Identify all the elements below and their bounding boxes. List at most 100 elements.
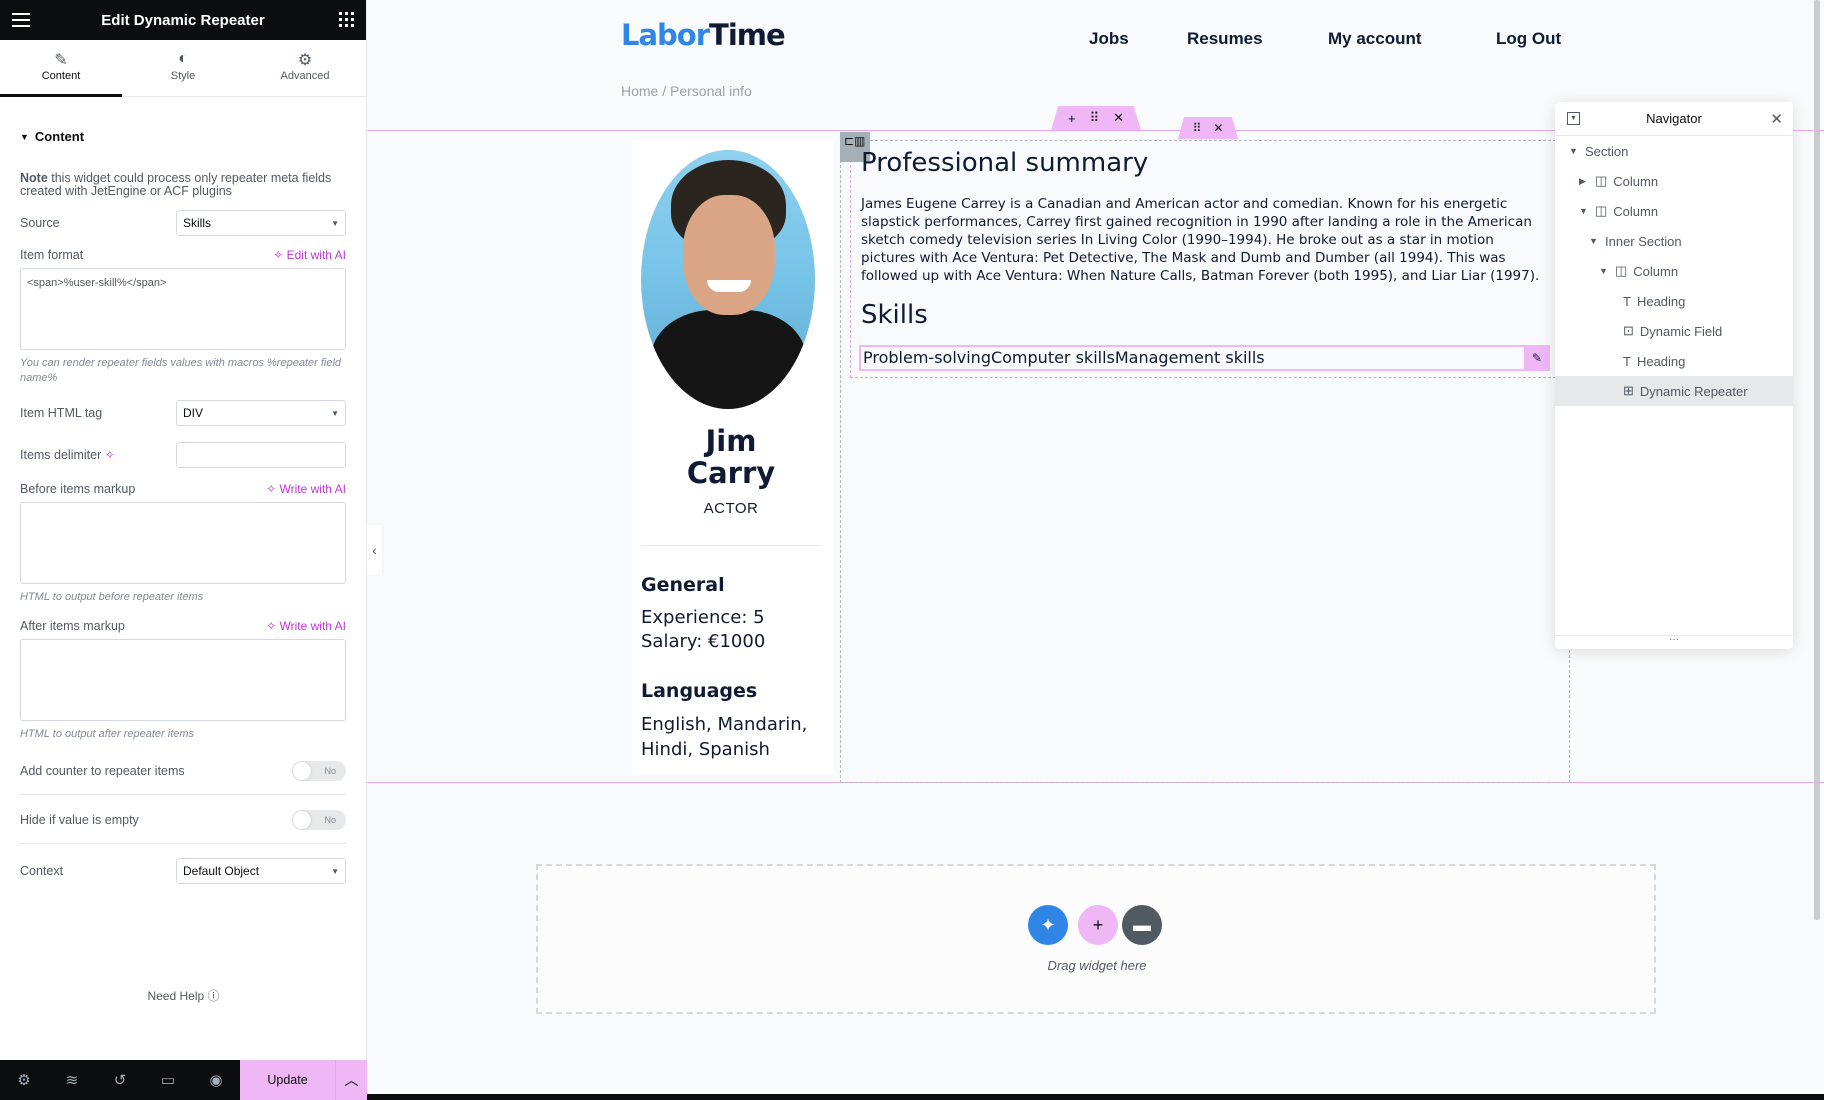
section-handle[interactable]: + ⠿ ✕ [1051,106,1141,130]
nav-item-label: Column [1613,203,1659,219]
toggle-knob [293,762,311,780]
nav-item-inner-section[interactable]: ▼ Inner Section [1555,226,1793,256]
ai-sparkle-icon: ✧ [273,248,287,262]
nav-jobs[interactable]: Jobs [1089,29,1129,49]
tab-content[interactable]: ✎ Content [0,40,122,97]
layers-icon[interactable]: ≋ [48,1071,96,1089]
first-name: Jim [705,424,757,458]
salary-text: Salary: €1000 [641,631,766,652]
column-icon: ◫ [1595,173,1608,188]
write-with-ai-button[interactable]: ✧ Write with AI [266,619,346,633]
navigator-header[interactable]: ▼ Navigator ✕ [1555,102,1793,136]
logo-part1: Labor [621,18,710,52]
nav-item-heading[interactable]: T Heading [1555,286,1793,316]
nav-item-dynamic-repeater[interactable]: ⊞ Dynamic Repeater [1555,376,1793,406]
hide-empty-label: Hide if value is empty [20,813,139,827]
source-select[interactable]: Skills ▼ [176,210,346,236]
nav-item-dynamic-field[interactable]: ⊡ Dynamic Field [1555,316,1793,346]
dynamic-repeater-icon: ⊞ [1623,383,1634,398]
items-delimiter-label: Items delimiter [20,448,102,462]
collapse-all-icon[interactable]: ▼ [1567,112,1580,125]
scrollbar[interactable] [1814,0,1820,920]
drag-handle-icon[interactable]: ⠿ [1090,110,1100,126]
update-button[interactable]: Update [240,1060,335,1100]
nav-item-section[interactable]: ▼ Section [1555,136,1793,166]
add-counter-toggle[interactable]: No [292,761,346,781]
add-template-button[interactable]: ▬ [1122,905,1162,945]
nav-resumes[interactable]: Resumes [1187,29,1263,49]
nav-log-out[interactable]: Log Out [1496,29,1561,49]
editor-panel: Edit Dynamic Repeater ✎ Content ◐ Style ⚙ A… [0,0,367,1100]
dropdown-arrow-icon: ▼ [331,866,339,876]
panel-tabs: ✎ Content ◐ Style ⚙ Advanced [0,40,366,97]
dynamic-repeater-widget[interactable]: Problem-solving Computer skills Management… [859,345,1550,371]
close-icon[interactable]: ✕ [1770,110,1783,128]
edit-pencil-icon[interactable]: ✎ [1524,345,1550,371]
divider [20,794,346,795]
drag-handle-icon[interactable]: ⠿ [1193,121,1202,135]
need-help-link[interactable]: Need Help ⓘ [0,987,367,1004]
items-delimiter-input[interactable] [176,442,346,468]
close-icon[interactable]: ✕ [1113,110,1124,126]
magic-wand-icon: ✦ [1040,914,1056,935]
navigator-panel: ▼ Navigator ✕ ▼ Section ▶ ◫ Column ▼ ◫ Column… [1555,102,1793,649]
nav-item-label: Section [1585,143,1629,159]
ai-label: Edit with AI [286,248,346,262]
note-bold: Note [20,171,48,185]
site-logo[interactable]: LaborTime [621,18,786,52]
summary-heading: Professional summary [861,148,1149,178]
responsive-icon[interactable]: ▭ [144,1071,192,1089]
chevron-up-icon[interactable]: ︿ [335,1060,367,1100]
logo-part2: Time [709,18,786,52]
write-with-ai-button[interactable]: ✧ Write with AI [266,482,346,496]
experience-text: Experience: 5 [641,607,765,628]
hide-empty-toggle[interactable]: No [292,810,346,830]
ai-wand-button[interactable]: ✦ [1028,905,1068,945]
breadcrumb: Home / Personal info [621,83,752,99]
navigator-resize-handle[interactable]: ··· [1555,635,1793,649]
ai-sparkle-icon[interactable]: ✧ [105,448,115,462]
item-html-tag-select[interactable]: DIV ▼ [176,400,346,426]
widgets-grid-icon[interactable] [339,12,354,27]
drop-zone-text: Drag widget here [1047,958,1147,973]
heading-icon: T [1623,353,1631,369]
nav-my-account[interactable]: My account [1328,29,1422,49]
context-select[interactable]: Default Object ▼ [176,858,346,884]
edit-with-ai-button[interactable]: ✧ Edit with AI [273,248,346,262]
help-label: Need Help [147,989,205,1003]
content-section-toggle[interactable]: ▼ Content [20,129,346,144]
add-icon[interactable]: + [1068,111,1076,126]
after-markup-textarea[interactable] [20,639,346,721]
close-icon[interactable]: ✕ [1213,121,1223,135]
tab-advanced[interactable]: ⚙ Advanced [244,40,366,96]
caret-down-icon: ▼ [1599,266,1608,276]
skill-item: Management skills [1114,348,1265,367]
divider [641,545,821,546]
note-text: this widget could process only repeater … [20,171,332,198]
nav-item-column[interactable]: ▼ ◫ Column [1555,196,1793,226]
skill-item: Computer skills [990,348,1115,367]
skills-heading: Skills [861,300,928,330]
nav-item-column[interactable]: ▼ ◫ Column [1555,256,1793,286]
nav-item-heading[interactable]: T Heading [1555,346,1793,376]
caret-down-icon: ▼ [1589,236,1598,246]
item-format-label: Item format [20,248,84,262]
preview-eye-icon[interactable]: ◉ [192,1071,240,1089]
inner-section-handle[interactable]: ⠿ ✕ [1178,117,1238,139]
add-section-button[interactable]: + [1078,905,1118,945]
ai-sparkle-icon: ✧ [266,482,280,496]
settings-gear-icon[interactable]: ⚙ [0,1071,48,1089]
history-icon[interactable]: ↺ [96,1071,144,1089]
nav-item-column[interactable]: ▶ ◫ Column [1555,166,1793,196]
summary-text: James Eugene Carrey is a Canadian and Am… [861,196,1540,284]
caret-down-icon: ▼ [1579,206,1588,216]
item-html-tag-label: Item HTML tag [20,406,103,420]
tab-style[interactable]: ◐ Style [122,40,244,96]
folder-icon: ▬ [1133,914,1151,935]
dropdown-arrow-icon: ▼ [331,218,339,228]
item-format-textarea[interactable]: <span>%user-skill%</span> [20,268,346,350]
before-markup-textarea[interactable] [20,502,346,584]
ai-sparkle-icon: ✧ [266,619,280,633]
section-title: Content [34,129,85,144]
column-icon: ◫ [1595,203,1608,218]
